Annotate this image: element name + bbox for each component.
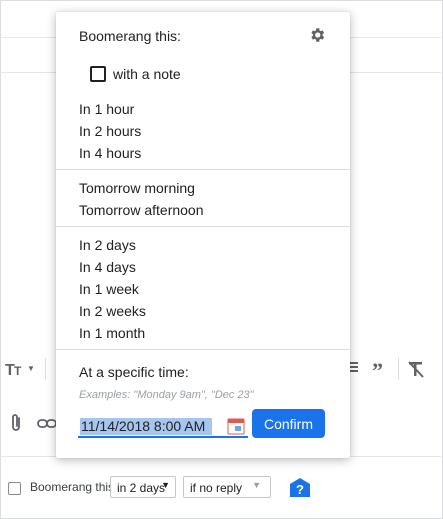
option-tomorrow-afternoon[interactable]: Tomorrow afternoon — [79, 202, 204, 218]
with-note-label: with a note — [113, 66, 181, 82]
quote-icon[interactable]: ” — [372, 358, 388, 383]
calendar-icon[interactable] — [227, 417, 245, 435]
option-in-2-days[interactable]: In 2 days — [79, 237, 136, 253]
option-in-2-weeks[interactable]: In 2 weeks — [79, 303, 146, 319]
clear-formatting-icon[interactable] — [406, 360, 426, 383]
option-in-2-hours[interactable]: In 2 hours — [79, 123, 141, 139]
menu-divider — [56, 349, 350, 350]
boomerang-checkbox[interactable] — [8, 482, 21, 495]
option-in-1-hour[interactable]: In 1 hour — [79, 101, 134, 117]
examples-hint: Examples: "Monday 9am", "Dec 23" — [79, 389, 254, 401]
days-select-value: in 2 days — [117, 481, 166, 495]
help-icon[interactable]: ? — [289, 477, 311, 499]
reply-condition-select[interactable]: if no reply ▼ — [183, 476, 271, 498]
option-in-1-week[interactable]: In 1 week — [79, 281, 139, 297]
menu-divider — [56, 169, 350, 170]
boomerang-popup: Boomerang this: with a note In 1 hour In… — [56, 12, 350, 458]
link-icon[interactable] — [37, 417, 57, 435]
reply-select-value: if no reply — [190, 481, 243, 495]
popup-title: Boomerang this: — [79, 28, 181, 44]
with-note-checkbox[interactable] — [90, 66, 106, 82]
gear-icon[interactable] — [308, 26, 326, 44]
text-size-dropdown-icon[interactable]: ▼ — [27, 364, 35, 373]
toolbar-separator — [398, 358, 399, 380]
chevron-down-icon: ▼ — [161, 480, 170, 490]
confirm-button[interactable]: Confirm — [252, 409, 325, 438]
svg-text:”: ” — [372, 361, 383, 375]
svg-text:T: T — [14, 364, 22, 378]
specific-time-label: At a specific time: — [79, 364, 189, 380]
option-in-4-hours[interactable]: In 4 hours — [79, 145, 141, 161]
option-in-4-days[interactable]: In 4 days — [79, 259, 136, 275]
specific-time-value: 11/14/2018 8:00 AM — [81, 418, 206, 434]
menu-divider — [56, 226, 350, 227]
text-size-icon[interactable]: TT — [5, 360, 27, 383]
days-select[interactable]: in 2 days ▼ — [110, 476, 176, 498]
toolbar-separator — [45, 358, 46, 380]
boomerang-label: Boomerang this — [30, 480, 115, 494]
svg-text:?: ? — [296, 482, 304, 497]
chevron-down-icon: ▼ — [252, 480, 261, 490]
option-tomorrow-morning[interactable]: Tomorrow morning — [79, 180, 195, 196]
attach-icon[interactable] — [9, 413, 23, 438]
option-in-1-month[interactable]: In 1 month — [79, 325, 145, 341]
